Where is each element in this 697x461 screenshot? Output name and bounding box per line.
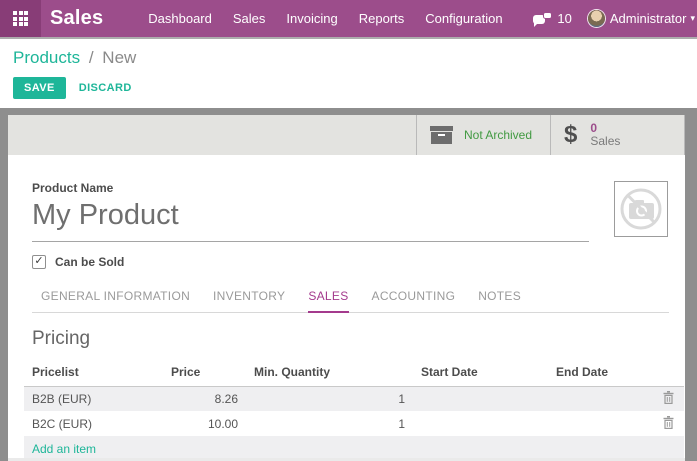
user-avatar[interactable] — [588, 10, 605, 27]
breadcrumb-current: New — [102, 48, 136, 67]
col-header-pricelist[interactable]: Pricelist — [24, 360, 163, 387]
apps-grid-icon — [13, 11, 28, 26]
save-button[interactable]: SAVE — [13, 77, 66, 99]
cell-min-quantity[interactable]: 1 — [246, 386, 413, 411]
dollar-icon: $ — [564, 123, 577, 147]
breadcrumb-products-link[interactable]: Products — [13, 48, 80, 67]
messages-count[interactable]: 10 — [557, 11, 571, 26]
main-menu: Dashboard Sales Invoicing Reports Config… — [148, 11, 502, 26]
breadcrumb-separator: / — [89, 48, 94, 67]
col-header-start-date[interactable]: Start Date — [413, 360, 548, 387]
cell-min-quantity[interactable]: 1 — [246, 411, 413, 436]
user-menu-caret-icon[interactable]: ▾ — [690, 13, 695, 24]
form-body: Product Name My Product Can be Sold GENE… — [8, 155, 685, 461]
col-header-end-date[interactable]: End Date — [548, 360, 653, 387]
cell-price[interactable]: 10.00 — [163, 411, 246, 436]
no-camera-icon — [615, 182, 667, 236]
cell-price[interactable]: 8.26 — [163, 386, 246, 411]
cell-end-date[interactable] — [548, 411, 653, 436]
main-area: Not Archived $ 0 Sales — [0, 108, 697, 461]
apps-menu-button[interactable] — [0, 0, 41, 37]
navbar-right: 10 Administrator ▾ — [533, 10, 697, 27]
cell-pricelist[interactable]: B2C (EUR) — [24, 411, 163, 436]
product-name-label: Product Name — [32, 181, 669, 195]
cell-end-date[interactable] — [548, 386, 653, 411]
menu-item-configuration[interactable]: Configuration — [425, 11, 502, 26]
tab-accounting[interactable]: ACCOUNTING — [372, 284, 456, 313]
can-be-sold-label: Can be Sold — [55, 255, 124, 269]
tab-sales[interactable]: SALES — [308, 284, 348, 313]
product-image-placeholder[interactable] — [614, 181, 668, 237]
product-name-input[interactable]: My Product — [32, 195, 589, 242]
can-be-sold-checkbox[interactable] — [32, 255, 46, 269]
sales-stat-value: 0 — [590, 122, 620, 135]
cell-pricelist[interactable]: B2B (EUR) — [24, 386, 163, 411]
pricing-row-b2b[interactable]: B2B (EUR) 8.26 1 — [24, 386, 684, 411]
app-title[interactable]: Sales — [50, 7, 103, 30]
notebook-tabs: GENERAL INFORMATION INVENTORY SALES ACCO… — [32, 284, 669, 313]
delete-row-icon[interactable] — [663, 391, 674, 404]
col-header-price[interactable]: Price — [163, 360, 246, 387]
control-panel: Products / New SAVE DISCARD — [0, 37, 697, 108]
tab-notes[interactable]: NOTES — [478, 284, 521, 313]
menu-item-reports[interactable]: Reports — [359, 11, 405, 26]
sales-stat-label: Sales — [590, 135, 620, 148]
menu-item-sales[interactable]: Sales — [233, 11, 266, 26]
form-action-buttons: SAVE DISCARD — [13, 77, 697, 99]
messages-icon[interactable] — [533, 12, 552, 26]
archive-box-icon — [430, 126, 453, 144]
col-header-min-quantity[interactable]: Min. Quantity — [246, 360, 413, 387]
cell-start-date[interactable] — [413, 411, 548, 436]
menu-item-invoicing[interactable]: Invoicing — [286, 11, 337, 26]
pricing-table: Pricelist Price Min. Quantity Start Date… — [24, 360, 684, 461]
tab-inventory[interactable]: INVENTORY — [213, 284, 285, 313]
tab-general-information[interactable]: GENERAL INFORMATION — [41, 284, 190, 313]
can-be-sold-row: Can be Sold — [32, 255, 669, 269]
discard-button[interactable]: DISCARD — [79, 82, 132, 94]
top-navbar: Sales Dashboard Sales Invoicing Reports … — [0, 0, 697, 37]
not-archived-button[interactable]: Not Archived — [416, 115, 550, 155]
add-an-item-link[interactable]: Add an item — [32, 442, 96, 456]
menu-item-dashboard[interactable]: Dashboard — [148, 11, 212, 26]
product-form-sheet: Not Archived $ 0 Sales — [8, 115, 685, 461]
cell-start-date[interactable] — [413, 386, 548, 411]
stat-button-bar: Not Archived $ 0 Sales — [8, 115, 685, 155]
delete-row-icon[interactable] — [663, 416, 674, 429]
sales-stat-button[interactable]: $ 0 Sales — [550, 115, 684, 155]
pricing-section-title: Pricing — [32, 328, 669, 350]
pricing-row-b2c[interactable]: B2C (EUR) 10.00 1 — [24, 411, 684, 436]
breadcrumb: Products / New — [13, 48, 697, 68]
pricing-header-row: Pricelist Price Min. Quantity Start Date… — [24, 360, 684, 387]
user-menu[interactable]: Administrator — [610, 11, 687, 26]
not-archived-label: Not Archived — [464, 128, 532, 142]
